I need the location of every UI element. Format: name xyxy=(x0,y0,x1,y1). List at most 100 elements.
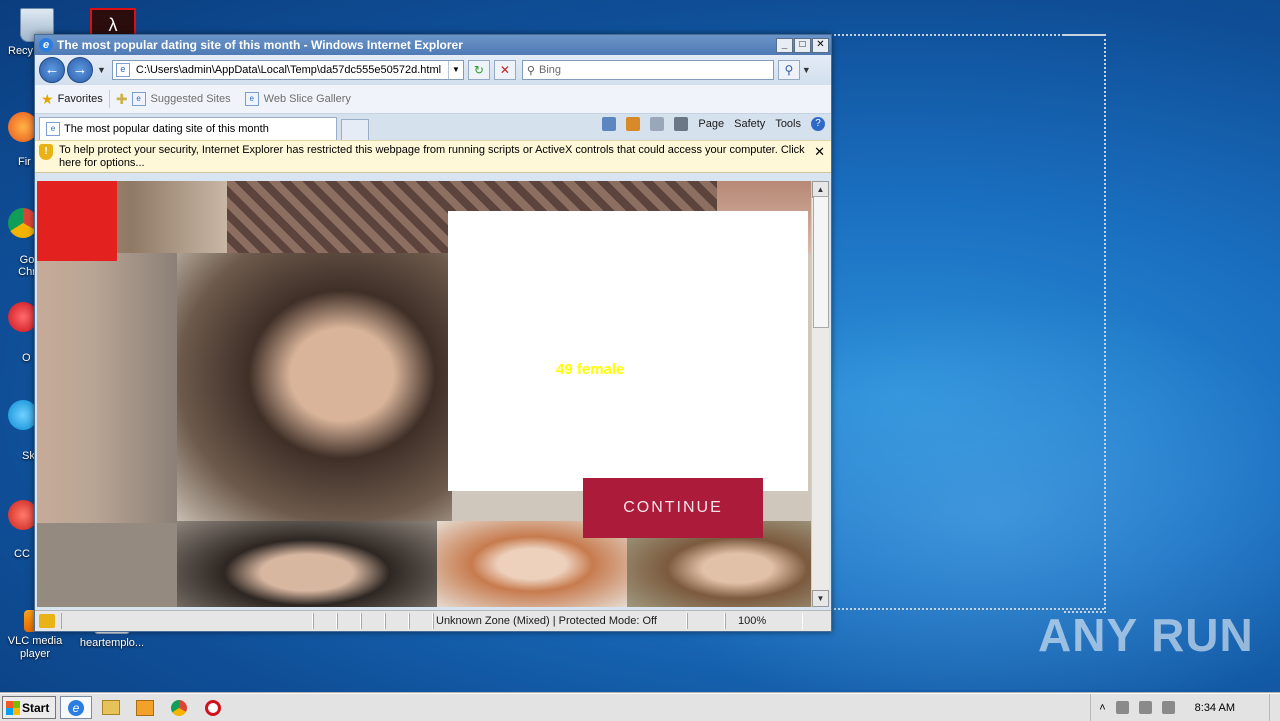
address-dropdown-icon[interactable]: ▼ xyxy=(447,61,463,79)
profile-card: 49 female xyxy=(448,211,808,491)
opera-icon xyxy=(205,699,221,716)
security-shield-icon: ! xyxy=(39,144,53,160)
taskbar-chrome[interactable] xyxy=(164,697,194,718)
search-button[interactable]: ⚲ xyxy=(777,60,800,80)
security-information-bar[interactable]: ! To help protect your security, Interne… xyxy=(35,140,831,173)
heart-template-label: heartemplo... xyxy=(79,637,145,649)
close-button[interactable]: ✕ xyxy=(812,37,829,53)
start-label: Start xyxy=(22,700,50,715)
search-placeholder: Bing xyxy=(538,64,562,76)
media-player-icon xyxy=(136,699,154,716)
start-button[interactable]: Start xyxy=(2,696,56,719)
window-title: The most popular dating site of this mon… xyxy=(57,38,463,52)
page-content: 49 female CONTINUE xyxy=(37,181,811,607)
taskbar-ie[interactable]: e xyxy=(60,696,92,719)
tools-menu[interactable]: Tools xyxy=(775,118,801,130)
status-warning-icon[interactable] xyxy=(39,614,55,628)
status-cell xyxy=(361,613,385,629)
skype-label: Sk xyxy=(22,450,35,462)
firefox-label: Fir xyxy=(18,156,31,168)
windows-logo-icon xyxy=(6,700,20,715)
search-box[interactable]: ⚲ Bing xyxy=(521,60,774,80)
page-icon: e xyxy=(115,63,130,77)
back-button[interactable]: ← xyxy=(39,57,65,83)
protected-mode-icon[interactable] xyxy=(687,613,725,629)
suggested-sites-icon: e xyxy=(131,92,146,106)
web-slice-icon: e xyxy=(244,92,259,106)
volume-icon[interactable] xyxy=(1138,701,1152,714)
red-block xyxy=(37,181,117,261)
navigation-bar: ← → ▼ e C:\Users\admin\AppData\Local\Tem… xyxy=(35,55,831,85)
scroll-down-arrow[interactable]: ▼ xyxy=(812,590,829,607)
age-gender-text: 49 female xyxy=(556,361,625,378)
suggested-sites-link[interactable]: Suggested Sites xyxy=(151,93,231,105)
opera-label: O xyxy=(22,352,31,364)
taskbar: Start e ˄ 8:34 AM xyxy=(0,693,1280,721)
forward-button[interactable]: → xyxy=(67,57,93,83)
scroll-thumb[interactable] xyxy=(813,196,829,328)
system-tray: ˄ 8:34 AM xyxy=(1090,694,1280,721)
photo-tile xyxy=(37,523,177,607)
favorites-star-icon: ★ xyxy=(41,90,54,107)
web-slice-gallery-link[interactable]: Web Slice Gallery xyxy=(264,93,351,105)
stop-button[interactable]: ✕ xyxy=(493,60,516,80)
photo-tile xyxy=(177,521,437,607)
ie-window[interactable]: e The most popular dating site of this m… xyxy=(34,34,832,632)
status-cell xyxy=(409,613,433,629)
status-text-cell xyxy=(61,613,313,629)
chrome-icon xyxy=(171,699,187,716)
ccleaner-label: CC xyxy=(14,548,30,560)
network-icon[interactable] xyxy=(1115,701,1129,714)
infobar-close-icon[interactable]: ✕ xyxy=(814,144,825,160)
status-bar: Unknown Zone (Mixed) | Protected Mode: O… xyxy=(35,610,831,631)
status-cell xyxy=(313,613,337,629)
drag-outline-right xyxy=(1064,34,1106,613)
favorites-bar: ★ Favorites ✚ e Suggested Sites e Web Sl… xyxy=(35,85,831,114)
feeds-icon[interactable] xyxy=(626,117,641,131)
command-bar: Page Safety Tools ? xyxy=(602,117,825,131)
ie-logo-icon: e xyxy=(39,38,53,52)
drag-outline-top xyxy=(830,34,1104,36)
address-text: C:\Users\admin\AppData\Local\Temp\da57dc… xyxy=(135,64,442,76)
zoom-level[interactable]: 100% xyxy=(725,613,803,629)
clock[interactable]: 8:34 AM xyxy=(1195,702,1235,714)
taskbar-media-player[interactable] xyxy=(130,697,160,718)
favorites-separator xyxy=(108,90,110,108)
tab-bar: e The most popular dating site of this m… xyxy=(35,114,831,140)
print-icon[interactable] xyxy=(674,117,689,131)
search-options-dropdown[interactable]: ▼ xyxy=(802,65,811,75)
bing-icon: ⚲ xyxy=(526,64,535,77)
add-favorite-icon[interactable]: ✚ xyxy=(116,91,128,108)
show-desktop-button[interactable] xyxy=(1269,694,1280,721)
taskbar-explorer[interactable] xyxy=(96,697,126,718)
status-cell xyxy=(385,613,409,629)
taskbar-opera[interactable] xyxy=(198,697,228,718)
title-bar[interactable]: e The most popular dating site of this m… xyxy=(35,35,831,55)
security-info-text[interactable]: To help protect your security, Internet … xyxy=(59,144,809,172)
minimize-button[interactable]: _ xyxy=(776,37,793,53)
mail-icon[interactable] xyxy=(650,117,665,131)
show-hidden-icons-icon[interactable]: ˄ xyxy=(1099,702,1105,714)
vlc-label: VLC media player xyxy=(7,635,63,660)
home-icon[interactable] xyxy=(602,117,617,131)
anyrun-watermark: ANY RUN xyxy=(1038,609,1254,661)
tab-active[interactable]: e The most popular dating site of this m… xyxy=(39,117,337,140)
maximize-button[interactable]: □ xyxy=(794,37,811,53)
status-cell xyxy=(337,613,361,629)
tab-page-icon: e xyxy=(46,122,60,136)
help-icon[interactable]: ? xyxy=(811,117,825,131)
security-zone-status[interactable]: Unknown Zone (Mixed) | Protected Mode: O… xyxy=(433,613,687,629)
tab-title: The most popular dating site of this mon… xyxy=(64,123,269,135)
page-menu[interactable]: Page xyxy=(698,118,724,130)
safety-menu[interactable]: Safety xyxy=(734,118,765,130)
woman-portrait-photo xyxy=(177,253,452,523)
address-bar[interactable]: e C:\Users\admin\AppData\Local\Temp\da57… xyxy=(111,60,464,80)
vertical-scrollbar[interactable]: ▲ ▼ xyxy=(811,181,829,607)
continue-button[interactable]: CONTINUE xyxy=(583,478,763,538)
favorites-button[interactable]: Favorites xyxy=(58,93,103,105)
refresh-button[interactable]: ↻ xyxy=(467,60,490,80)
recent-pages-dropdown[interactable]: ▼ xyxy=(97,65,106,75)
photo-tile xyxy=(37,253,177,523)
new-tab-button[interactable] xyxy=(341,119,369,140)
action-center-flag-icon[interactable] xyxy=(1161,701,1175,714)
